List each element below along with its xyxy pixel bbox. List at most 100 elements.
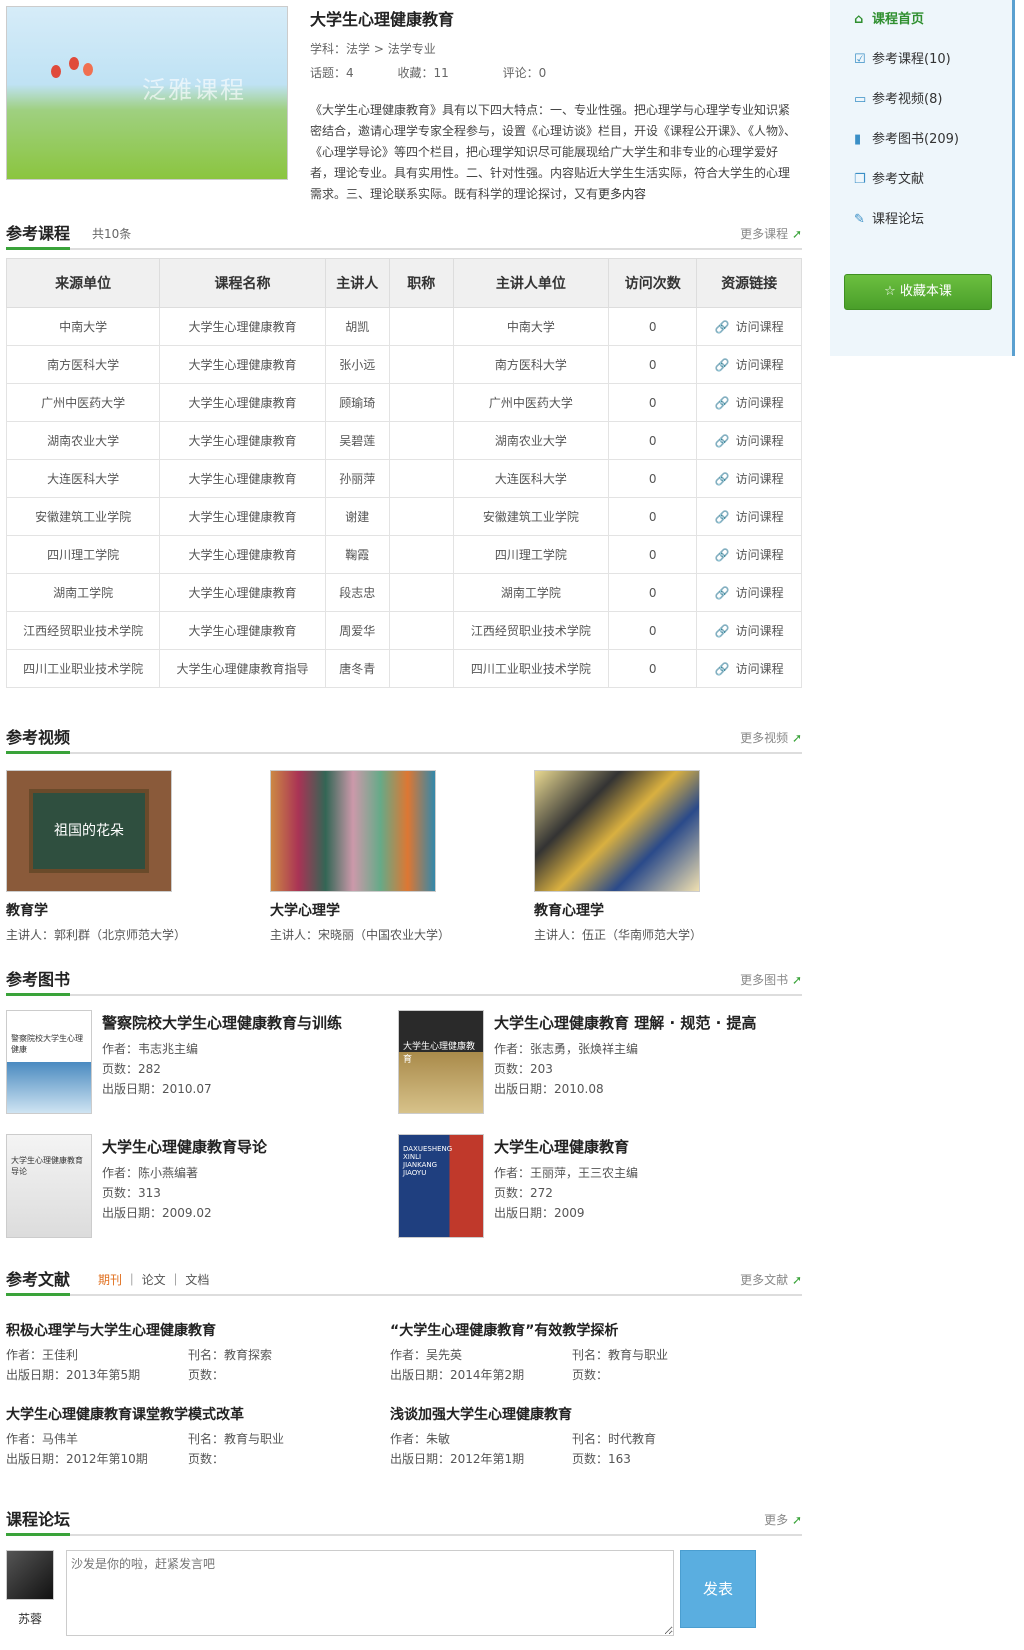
more-books-link[interactable]: 更多图书 ➚ bbox=[740, 971, 802, 988]
doc-pages: 页数： bbox=[572, 1368, 609, 1382]
more-videos-link[interactable]: 更多视频 ➚ bbox=[740, 729, 802, 746]
sidebar-item-books[interactable]: ▮ 参考图书(209) bbox=[854, 128, 959, 147]
video-item[interactable]: 祖国的花朵 教育学 主讲人：郭利群（北京师范大学） bbox=[6, 770, 246, 943]
table-cell: 安徽建筑工业学院 bbox=[452, 497, 610, 536]
visit-course-link[interactable]: 🔗 访问课程 bbox=[715, 396, 784, 410]
section-title: 参考课程 bbox=[6, 220, 71, 250]
ref-courses-header: 参考课程 共10条 更多课程 ➚ bbox=[6, 214, 802, 250]
table-cell: 孙丽萍 bbox=[324, 459, 390, 498]
link-icon: 🔗 bbox=[714, 472, 730, 486]
doc-title[interactable]: “大学生心理健康教育”有效教学探析 bbox=[390, 1320, 770, 1340]
sidebar-item-home[interactable]: ⌂ 课程首页 bbox=[854, 8, 924, 27]
more-docs-link[interactable]: 更多文献 ➚ bbox=[740, 1271, 802, 1288]
tab-journal[interactable]: 期刊 bbox=[98, 1273, 122, 1287]
doc-type-tabs: 期刊 ｜ 论文 ｜ 文档 bbox=[98, 1273, 210, 1287]
ref-courses-count: 共10条 bbox=[92, 227, 132, 241]
book-pages: 页数：313 bbox=[102, 1186, 161, 1200]
doc-title[interactable]: 大学生心理健康教育课堂教学模式改革 bbox=[6, 1404, 386, 1424]
monitor-icon: ▭ bbox=[854, 92, 867, 107]
doc-journal: 刊名：教育与职业 bbox=[572, 1348, 669, 1362]
table-row: 南方医科大学 大学生心理健康教育 张小远 南方医科大学 0 🔗 访问课程 bbox=[5, 345, 802, 384]
tab-document[interactable]: 文档 bbox=[185, 1273, 209, 1287]
video-item[interactable]: 教育心理学 主讲人：伍正（华南师范大学） bbox=[534, 770, 774, 943]
link-icon: 🔗 bbox=[714, 434, 730, 448]
book-title[interactable]: 大学生心理健康教育 理解 · 规范 · 提高 bbox=[494, 1012, 757, 1033]
table-cell: 湖南工学院 bbox=[452, 573, 610, 612]
book-author: 作者：张志勇，张焕祥主编 bbox=[494, 1042, 639, 1056]
visit-course-link[interactable]: 🔗 访问课程 bbox=[715, 662, 784, 676]
section-title: 参考文献 bbox=[6, 1266, 71, 1296]
more-forum-link[interactable]: 更多 ➚ bbox=[764, 1511, 802, 1528]
book-item[interactable]: 警察院校大学生心理健康 警察院校大学生心理健康教育与训练 作者：韦志兆主编 页数… bbox=[6, 1010, 386, 1120]
course-description: 《大学生心理健康教育》具有以下四大特点：一、专业性强。把心理学与心理学专业知识紧… bbox=[310, 103, 797, 201]
video-title[interactable]: 大学心理学 bbox=[270, 900, 510, 920]
doc-item[interactable]: 大学生心理健康教育课堂教学模式改革 作者：马伟羊 刊名：教育与职业 出版日期：2… bbox=[6, 1404, 386, 1466]
ref-docs-header: 参考文献 期刊 ｜ 论文 ｜ 文档 更多文献 ➚ bbox=[6, 1260, 802, 1296]
visit-course-link[interactable]: 🔗 访问课程 bbox=[715, 320, 784, 334]
course-title: 大学生心理健康教育 bbox=[310, 10, 455, 29]
star-icon: ☆ bbox=[884, 284, 900, 299]
book-title[interactable]: 大学生心理健康教育 bbox=[494, 1136, 629, 1157]
video-thumbnail[interactable]: 祖国的花朵 bbox=[6, 770, 172, 892]
doc-author: 作者：吴先英 bbox=[390, 1348, 463, 1362]
book-title[interactable]: 大学生心理健康教育导论 bbox=[102, 1136, 267, 1157]
description-more-link[interactable]: 更多内容 bbox=[598, 187, 646, 201]
doc-journal: 刊名：教育与职业 bbox=[188, 1432, 285, 1446]
table-cell: 江西经贸职业技术学院 bbox=[5, 611, 161, 650]
table-cell bbox=[388, 611, 454, 650]
book-cover[interactable]: 警察院校大学生心理健康 bbox=[6, 1010, 92, 1114]
book-item[interactable]: DAXUESHENG XINLI JIANKANG JIAOYU 大学生心理健康… bbox=[398, 1134, 778, 1244]
more-courses-link[interactable]: 更多课程 ➚ bbox=[740, 225, 802, 242]
table-row: 大连医科大学 大学生心理健康教育 孙丽萍 大连医科大学 0 🔗 访问课程 bbox=[5, 459, 802, 498]
book-cover[interactable]: DAXUESHENG XINLI JIANKANG JIAOYU bbox=[398, 1134, 484, 1238]
table-cell: 大连医科大学 bbox=[5, 459, 161, 498]
book-item[interactable]: 大学生心理健康教育 大学生心理健康教育 理解 · 规范 · 提高 作者：张志勇，… bbox=[398, 1010, 778, 1120]
sidebar-item-courses[interactable]: ☑ 参考课程(10) bbox=[854, 48, 951, 67]
chat-icon: ✎ bbox=[854, 212, 865, 227]
table-cell: 张小远 bbox=[324, 345, 390, 384]
visit-course-link[interactable]: 🔗 访问课程 bbox=[715, 624, 784, 638]
book-cover[interactable]: 大学生心理健康教育导论 bbox=[6, 1134, 92, 1238]
visit-course-link[interactable]: 🔗 访问课程 bbox=[715, 358, 784, 372]
video-item[interactable]: 大学心理学 主讲人：宋晓丽（中国农业大学） bbox=[270, 770, 510, 943]
sidebar-item-forum[interactable]: ✎ 课程论坛 bbox=[854, 208, 924, 227]
doc-item[interactable]: 积极心理学与大学生心理健康教育 作者：王佳利 刊名：教育探索 出版日期：2013… bbox=[6, 1320, 386, 1382]
post-button[interactable]: 发表 bbox=[680, 1550, 756, 1628]
table-cell: 周爱华 bbox=[324, 611, 390, 650]
table-cell: 段志忠 bbox=[324, 573, 390, 612]
doc-item[interactable]: “大学生心理健康教育”有效教学探析 作者：吴先英 刊名：教育与职业 出版日期：2… bbox=[390, 1320, 770, 1382]
ref-books-header: 参考图书 更多图书 ➚ bbox=[6, 960, 802, 996]
table-cell: 湖南农业大学 bbox=[452, 421, 610, 460]
doc-author: 作者：王佳利 bbox=[6, 1348, 79, 1362]
table-cell: 中南大学 bbox=[452, 307, 610, 346]
visit-course-link[interactable]: 🔗 访问课程 bbox=[715, 548, 784, 562]
video-title[interactable]: 教育心理学 bbox=[534, 900, 774, 920]
video-thumbnail[interactable] bbox=[270, 770, 436, 892]
section-title: 参考图书 bbox=[6, 966, 71, 996]
book-date: 出版日期：2010.07 bbox=[102, 1082, 212, 1096]
column-header: 主讲人 bbox=[324, 258, 390, 308]
sidebar-item-docs[interactable]: ❐ 参考文献 bbox=[854, 168, 924, 187]
book-title[interactable]: 警察院校大学生心理健康教育与训练 bbox=[102, 1012, 342, 1033]
table-row: 四川工业职业技术学院 大学生心理健康教育指导 唐冬青 四川工业职业技术学院 0 🔗 访问课程 bbox=[5, 649, 802, 688]
visit-course-link[interactable]: 🔗 访问课程 bbox=[715, 472, 784, 486]
doc-title[interactable]: 浅谈加强大学生心理健康教育 bbox=[390, 1404, 770, 1424]
visit-course-link[interactable]: 🔗 访问课程 bbox=[715, 510, 784, 524]
doc-title[interactable]: 积极心理学与大学生心理健康教育 bbox=[6, 1320, 386, 1340]
table-cell: 顾瑜琦 bbox=[324, 383, 390, 422]
visit-course-link[interactable]: 🔗 访问课程 bbox=[715, 586, 784, 600]
favorite-course-button[interactable]: ☆ 收藏本课 bbox=[844, 274, 992, 310]
column-header: 来源单位 bbox=[5, 258, 161, 308]
sidebar-item-videos[interactable]: ▭ 参考视频(8) bbox=[854, 88, 942, 107]
tab-thesis[interactable]: 论文 bbox=[142, 1273, 166, 1287]
video-thumbnail[interactable] bbox=[534, 770, 700, 892]
visit-course-link[interactable]: 🔗 访问课程 bbox=[715, 434, 784, 448]
video-host: 主讲人：郭利群（北京师范大学） bbox=[6, 928, 187, 942]
book-cover[interactable]: 大学生心理健康教育 bbox=[398, 1010, 484, 1114]
doc-item[interactable]: 浅谈加强大学生心理健康教育 作者：朱敏 刊名：时代教育 出版日期：2012年第1… bbox=[390, 1404, 770, 1466]
book-item[interactable]: 大学生心理健康教育导论 大学生心理健康教育导论 作者：陈小燕编著 页数：313 … bbox=[6, 1134, 386, 1244]
link-icon: 🔗 bbox=[714, 548, 730, 562]
forum-input[interactable] bbox=[66, 1550, 674, 1636]
table-header-row: 来源单位 课程名称 主讲人 职称 主讲人单位 访问次数 资源链接 bbox=[5, 258, 802, 308]
video-title[interactable]: 教育学 bbox=[6, 900, 246, 920]
